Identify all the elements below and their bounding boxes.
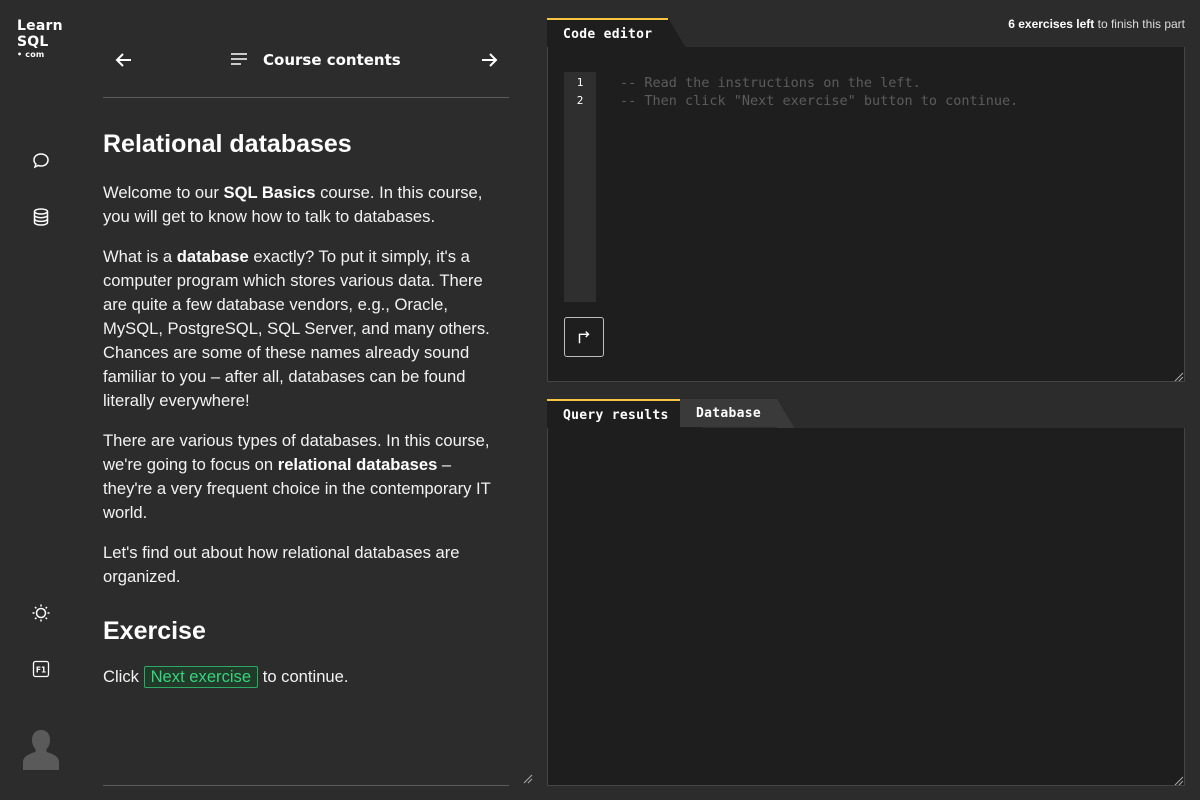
next-exercise-button[interactable]: Next exercise [143,666,259,688]
resize-handle-icon[interactable] [1172,367,1184,382]
tab-database-label: Database [696,405,762,421]
tab-query-results-label: Query results [563,407,669,423]
code-editor[interactable]: 1 2 -- Read the instructions on the left… [547,47,1185,382]
lesson-title: Relational databases [103,130,352,158]
sun-icon[interactable] [29,601,53,625]
tab-code-editor[interactable]: Code editor [547,18,687,48]
exercise-instruction: Click Next exercise to continue. [103,666,349,688]
divider [103,97,509,98]
chat-bubble-icon[interactable] [29,149,53,173]
course-contents-button[interactable]: Course contents [229,46,401,74]
tab-slant [777,399,796,429]
tab-code-editor-label: Code editor [563,26,653,42]
tab-database[interactable]: Database [680,399,796,429]
f1-key-icon[interactable]: F1 [29,657,53,681]
resize-handle-icon[interactable] [1172,771,1184,786]
logo-line1: Learn [17,18,63,34]
query-results-panel [547,428,1185,786]
paragraph-3: There are various types of databases. In… [103,431,491,522]
paragraph-2: What is a database exactly? To put it si… [103,247,490,410]
code-line: -- Read the instructions on the left. [620,75,921,91]
line-number: 2 [576,94,584,107]
resize-handle-icon[interactable] [521,769,533,784]
database-icon[interactable] [29,205,53,229]
arrow-left-icon[interactable] [110,46,138,74]
paragraph-1: Welcome to our SQL Basics course. In thi… [103,183,483,226]
exercise-title: Exercise [103,617,206,645]
arrow-right-icon[interactable] [475,46,503,74]
left-sidebar: Learn SQL • com F1 [0,0,82,800]
line-number: 1 [576,76,584,89]
list-icon [231,53,247,65]
code-text[interactable]: -- Read the instructions on the left. -- … [620,74,1018,110]
course-contents-label: Course contents [263,51,401,69]
logo-line3: • com [17,50,45,59]
exercise-navigation: Course contents [103,30,509,86]
tab-query-results[interactable]: Query results [547,399,703,429]
run-button[interactable] [564,317,604,357]
lesson-content: Relational databases Welcome to our SQL … [103,128,503,705]
tab-slant [668,18,687,48]
code-line: -- Then click "Next exercise" button to … [620,93,1019,109]
instructions-panel: Course contents Relational databases Wel… [103,0,509,786]
paragraph-4: Let's find out about how relational data… [103,543,460,586]
divider-bottom [103,785,509,786]
learnsql-logo[interactable]: Learn SQL • com [17,18,67,60]
user-avatar-icon[interactable] [22,728,60,770]
exercises-left-status: 6 exercises left to finish this part [1008,17,1185,31]
logo-line2: SQL [17,34,49,50]
run-arrow-icon [578,331,590,344]
line-numbers: 1 2 [564,72,596,302]
svg-text:F1: F1 [36,666,46,675]
